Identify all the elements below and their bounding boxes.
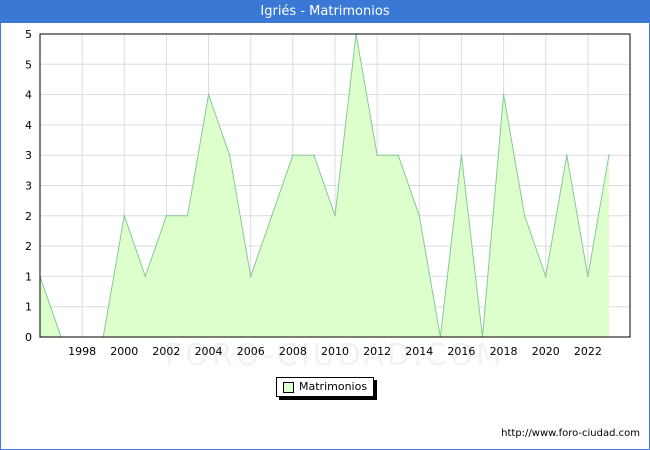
data-point: [418, 215, 421, 217]
data-point: [228, 154, 231, 156]
x-tick-label: 2016: [447, 345, 475, 358]
y-tick-label: 0: [25, 331, 32, 344]
data-point: [502, 93, 505, 96]
y-tick-label: 2: [25, 210, 32, 223]
y-tick-label: 3: [25, 149, 32, 162]
y-tick-label: 5: [25, 28, 32, 41]
y-tick-label: 4: [25, 119, 32, 132]
data-point: [186, 215, 189, 217]
data-point: [207, 93, 210, 96]
data-point: [397, 154, 400, 156]
y-tick-label: 5: [25, 58, 32, 71]
x-tick-label: 2008: [279, 345, 307, 358]
legend-label: Matrimonios: [299, 380, 368, 393]
x-tick-label: 2004: [195, 345, 223, 358]
legend-swatch: [283, 382, 294, 393]
x-tick-label: 2000: [110, 345, 138, 358]
x-tick-label: 2018: [490, 345, 518, 358]
data-point: [334, 215, 336, 217]
data-point: [608, 154, 610, 156]
legend: Matrimonios: [276, 377, 374, 397]
x-tick-label: 2022: [574, 345, 602, 358]
data-point: [123, 215, 126, 217]
data-point: [270, 215, 273, 217]
y-tick-label: 1: [25, 270, 32, 283]
x-tick-label: 1998: [68, 345, 96, 358]
y-tick-label: 2: [25, 240, 32, 253]
source-url: http://www.foro-ciudad.com: [501, 428, 640, 439]
x-tick-label: 2014: [405, 345, 433, 358]
data-point: [565, 154, 568, 156]
data-point: [523, 215, 526, 217]
x-tick-label: 2010: [321, 345, 349, 358]
data-point: [249, 275, 252, 278]
y-tick-label: 1: [25, 301, 32, 314]
data-point: [144, 275, 147, 278]
data-point: [165, 215, 168, 217]
x-tick-label: 2012: [363, 345, 391, 358]
data-point: [460, 154, 463, 156]
data-point: [292, 154, 294, 156]
data-point: [544, 275, 547, 278]
y-tick-label: 3: [25, 180, 32, 193]
y-tick-label: 4: [25, 89, 32, 102]
data-point: [587, 275, 589, 278]
x-tick-label: 2006: [237, 345, 265, 358]
x-tick-label: 2020: [532, 345, 560, 358]
data-point: [313, 154, 315, 156]
x-tick-label: 2002: [152, 345, 180, 358]
data-point: [376, 154, 378, 156]
